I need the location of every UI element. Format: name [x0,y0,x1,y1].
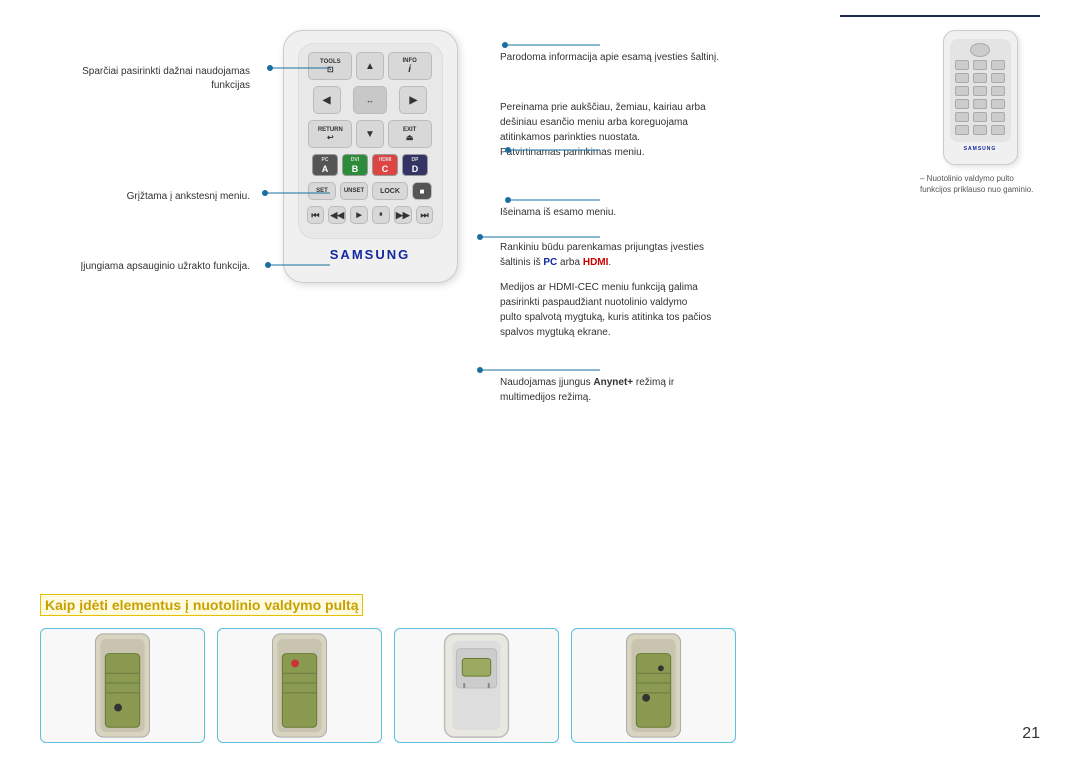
row-return: RETURN ↩ ▼ EXIT ⏏ [307,120,434,148]
small-btn-11[interactable] [973,99,987,109]
bottom-section: Kaip įdėti elementus į nuotolinio valdym… [40,594,1040,743]
annotation-lock: Įjungiama apsauginio užrakto funkcija. [70,260,250,274]
info-button[interactable]: INFO i [388,52,432,80]
small-btn-15[interactable] [991,112,1005,122]
small-samsung-logo: SAMSUNG [950,146,1011,152]
right-ann-exit: Išeinama iš esamo meniu. [500,205,616,220]
annotation-tools: Sparčiai pasirinkti dažnai naudojamas fu… [70,65,250,93]
battery-svg-4 [572,629,735,742]
small-remote-note: – Nuotolinio valdymo pulto funkcijos pri… [920,173,1040,195]
rewind-button[interactable]: ⏮ [307,206,325,224]
right-annotations: Parodoma informacija apie esamą įvesties… [480,20,920,470]
small-btn-row-5 [954,112,1007,122]
hdmi-button[interactable]: HDMI C [372,154,398,176]
battery-svg-2 [218,629,381,742]
set-button[interactable]: SET [308,182,336,200]
right-ann-media: Medijos ar HDMI-CEC meniu funkciją galim… [500,280,711,340]
return-button[interactable]: RETURN ↩ [308,120,352,148]
stop-button[interactable]: ■ [412,182,432,200]
small-btn-14[interactable] [973,112,987,122]
remote-inner: TOOLS ⊡ ▲ INFO i [298,43,443,239]
right-button[interactable]: ▶ [399,86,427,114]
remote-wrapper: TOOLS ⊡ ▲ INFO i [283,30,458,283]
small-remote: SAMSUNG [943,30,1018,165]
small-btn-7[interactable] [955,86,969,96]
next-button[interactable]: ▶▶ [394,206,412,224]
play-button[interactable]: ▶ [350,206,368,224]
remote-area: TOOLS ⊡ ▲ INFO i [260,20,480,470]
pause-button[interactable]: ⏸ [372,206,390,224]
battery-images [40,628,1040,743]
small-btn-row-4 [954,99,1007,109]
small-btn-12[interactable] [991,99,1005,109]
small-btn-row-2 [954,73,1007,83]
small-btn-3[interactable] [991,60,1005,70]
battery-svg-1 [41,629,204,742]
right-ann-anynet: Naudojamas įjungus Anynet+ režimą ir mul… [500,375,674,405]
battery-svg-3 [395,629,558,742]
remote-control: TOOLS ⊡ ▲ INFO i [283,30,458,283]
row-media: ⏮ ◀◀ ▶ ⏸ ▶▶ [307,206,434,224]
page: Sparčiai pasirinkti dažnai naudojamas fu… [0,0,1080,763]
left-annotations: Sparčiai pasirinkti dažnai naudojamas fu… [40,20,260,470]
small-remote-container: SAMSUNG – Nuotolinio valdymo pulto funkc… [920,20,1040,470]
small-btn-16[interactable] [955,125,969,135]
unset-button[interactable]: UNSET [340,182,368,200]
dp-button[interactable]: DP D [402,154,428,176]
small-btn-5[interactable] [973,73,987,83]
small-btn-8[interactable] [973,86,987,96]
remote-samsung-logo: SAMSUNG [298,247,443,262]
battery-image-4 [571,628,736,743]
small-btn-13[interactable] [955,112,969,122]
dvi-button[interactable]: DVI B [342,154,368,176]
small-btn-row-6 [954,125,1007,135]
row-nav: ◀ ↔ ▶ [307,86,434,114]
right-ann-info: Parodoma informacija apie esamą įvesties… [500,50,719,65]
left-button[interactable]: ◀ [313,86,341,114]
row-lock: SET UNSET LOCK ■ [307,182,434,200]
ok-button[interactable]: ↔ [353,86,387,114]
right-ann-source: Rankiniu būdu parenkamas prijungtas įves… [500,240,704,270]
page-number: 21 [1022,725,1040,743]
small-btn-17[interactable] [973,125,987,135]
fast-forward-button[interactable]: ⏭ [416,206,434,224]
right-ann-nav: Pereinama prie aukščiau, žemiau, kairiau… [500,100,706,160]
small-btn-6[interactable] [991,73,1005,83]
battery-image-3 [394,628,559,743]
row-color: PC A DVI B HDMI C [307,154,434,176]
bottom-title: Kaip įdėti elementus į nuotolinio valdym… [40,594,363,616]
up-button[interactable]: ▲ [356,52,384,80]
small-btn-10[interactable] [955,99,969,109]
small-btn-4[interactable] [955,73,969,83]
lock-button[interactable]: LOCK [372,182,408,200]
small-btn-2[interactable] [973,60,987,70]
row-tools: TOOLS ⊡ ▲ INFO i [307,52,434,80]
top-section: Sparčiai pasirinkti dažnai naudojamas fu… [40,20,1040,470]
tools-button[interactable]: TOOLS ⊡ [308,52,352,80]
small-btn-9[interactable] [991,86,1005,96]
annotation-return: Grįžtama į ankstesnį meniu. [90,190,250,204]
pc-button[interactable]: PC A [312,154,338,176]
small-remote-inner [950,39,1011,142]
down-button[interactable]: ▼ [356,120,384,148]
top-divider [840,15,1040,17]
battery-image-2 [217,628,382,743]
small-btn-row-1 [954,60,1007,70]
prev-button[interactable]: ◀◀ [328,206,346,224]
small-btn-1[interactable] [955,60,969,70]
small-btn-row-3 [954,86,1007,96]
small-btn-18[interactable] [991,125,1005,135]
battery-image-1 [40,628,205,743]
exit-button[interactable]: EXIT ⏏ [388,120,432,148]
